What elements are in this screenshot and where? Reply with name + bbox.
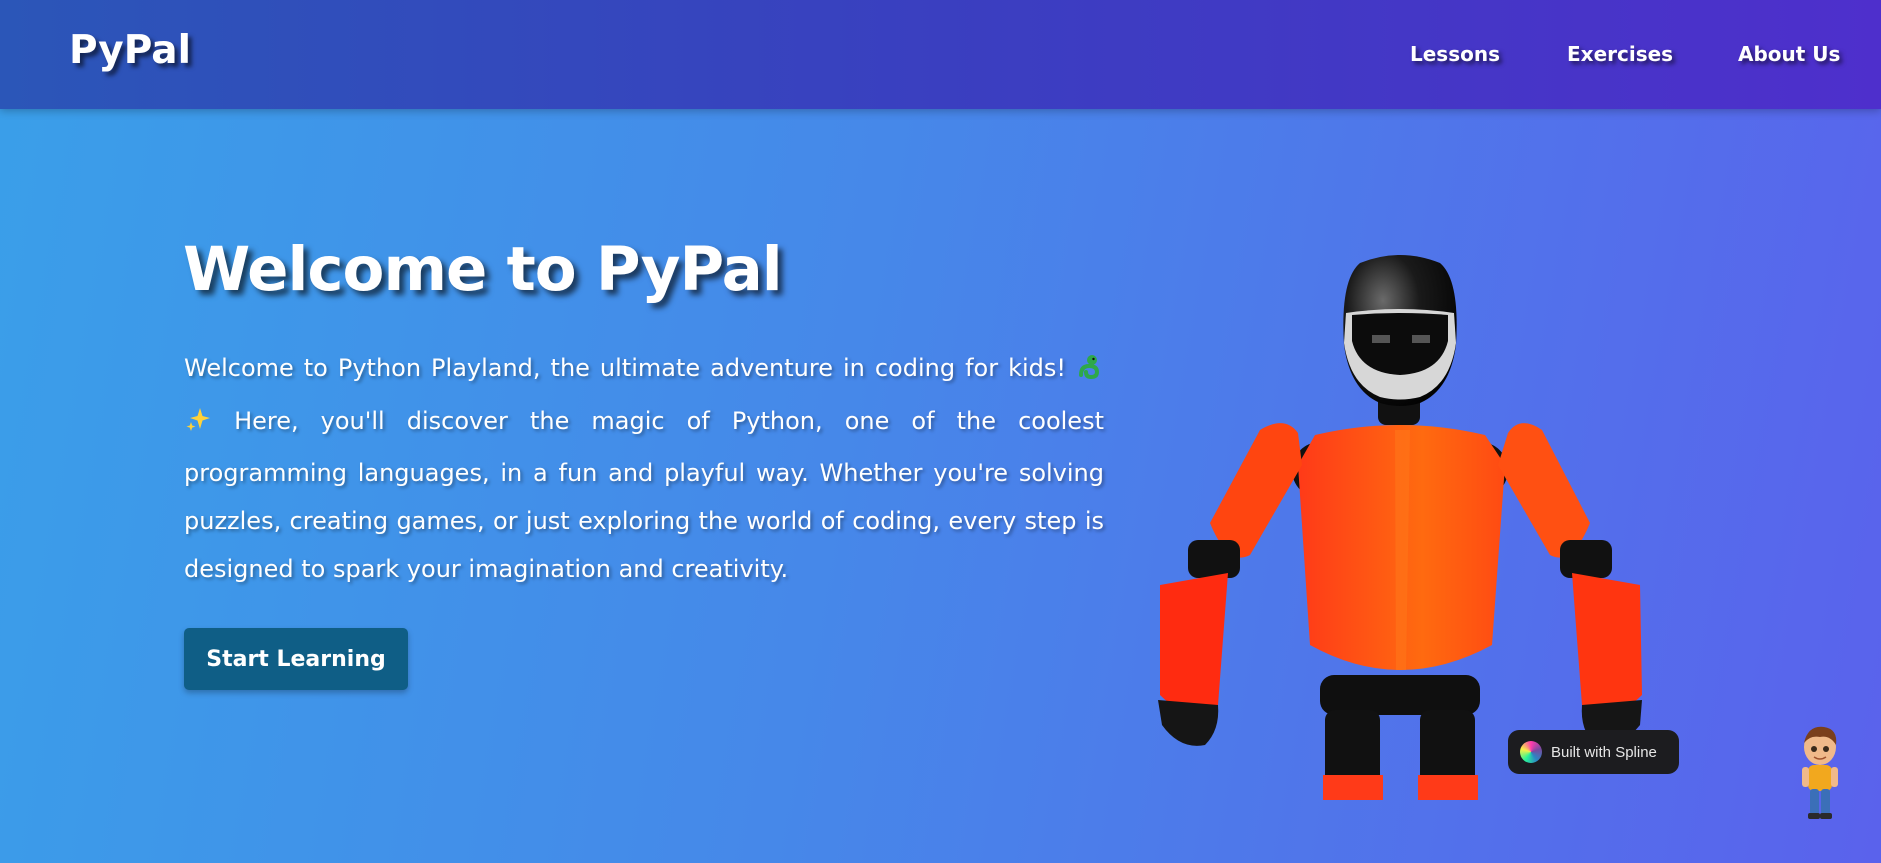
nav-lessons[interactable]: Lessons — [1410, 42, 1500, 66]
kid-avatar-icon[interactable] — [1796, 725, 1844, 821]
nav-exercises[interactable]: Exercises — [1567, 42, 1673, 66]
navbar: PyPal Lessons Exercises About Us — [0, 0, 1881, 109]
spline-logo-icon — [1520, 741, 1542, 763]
spline-badge-label: Built with Spline — [1551, 743, 1657, 761]
hero-description: Welcome to Python Playland, the ultimate… — [184, 344, 1104, 593]
nav-about-us[interactable]: About Us — [1738, 42, 1840, 66]
hero-title: Welcome to PyPal — [183, 234, 783, 305]
hero-body-text: Here, you'll discover the magic of Pytho… — [184, 407, 1104, 583]
start-learning-button[interactable]: Start Learning — [184, 628, 408, 690]
site-logo[interactable]: PyPal — [69, 28, 191, 73]
robot-3d-model[interactable] — [1120, 255, 1700, 800]
sparkles-icon — [184, 401, 212, 449]
hero-intro-text: Welcome to Python Playland, the ultimate… — [184, 354, 1066, 382]
snake-icon — [1076, 349, 1104, 397]
built-with-spline-badge[interactable]: Built with Spline — [1508, 730, 1679, 774]
